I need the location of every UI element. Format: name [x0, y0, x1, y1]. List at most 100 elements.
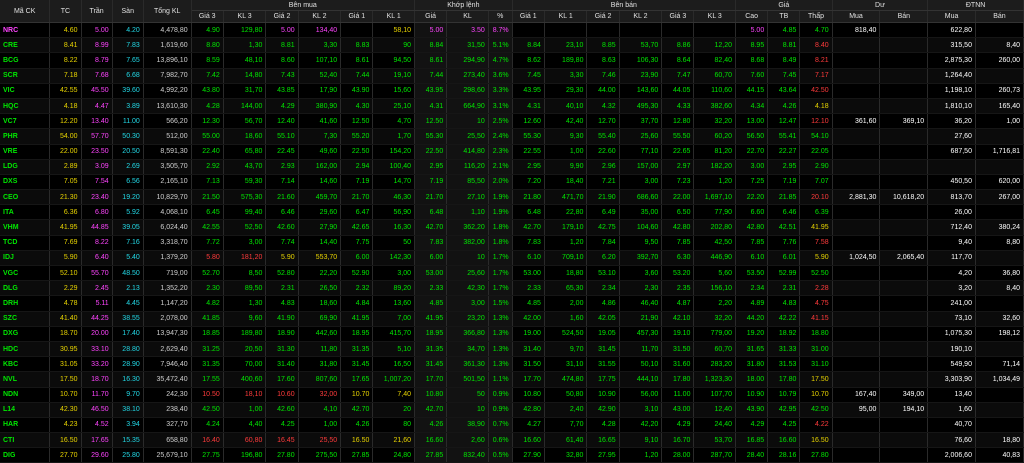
- table-row[interactable]: L14 42.30 46.50 38.10 238,40 42.50 1,00 42.60 4,…: [0, 402, 1024, 418]
- table-row[interactable]: TCD 7.69 8.22 7.16 3,318,70 7.72 3,00 7.74 14,40…: [0, 235, 1024, 251]
- col-ask-5[interactable]: Giá 3: [661, 10, 695, 23]
- table-row[interactable]: CTI 16.50 17.65 15.35 658,80 16.40 60,80 16.45 2…: [0, 432, 1024, 449]
- bid1-price-cell: 43.90: [340, 83, 374, 99]
- symbol-cell[interactable]: KBC: [0, 356, 51, 373]
- table-row[interactable]: SCR 7.18 7.68 6.68 7,982,70 7.42 14,80 7.43 52,4…: [0, 68, 1024, 84]
- table-row[interactable]: DLG 2.29 2.45 2.13 1,352,20 2.30 89,50 2.31 26,5…: [0, 280, 1024, 297]
- symbol-cell[interactable]: NDN: [0, 387, 51, 403]
- symbol-cell[interactable]: DRH: [0, 295, 51, 312]
- table-row[interactable]: VGC 52.10 55.70 48.50 719,00 52.70 8,50 52.80 22…: [0, 265, 1024, 282]
- col-bid-2[interactable]: KL 3: [223, 10, 267, 23]
- col-ask-3[interactable]: Giá 2: [586, 10, 620, 23]
- table-row[interactable]: CRE 8.41 8.99 7.83 1,619,60 8.80 1,30 8.81 3,30 8…: [0, 37, 1024, 54]
- col-rem-2[interactable]: Bán: [879, 10, 929, 23]
- table-row[interactable]: VIC 42.55 45.50 39.60 4,992,20 43.80 31,70 43.8…: [0, 83, 1024, 99]
- table-row[interactable]: HDC 30.95 33.10 28.80 2,629,40 31.25 20,50 31.3…: [0, 341, 1024, 358]
- symbol-cell[interactable]: L14: [0, 402, 51, 418]
- symbol-cell[interactable]: TCD: [0, 235, 51, 251]
- bid2-volume-cell: 26,50: [298, 280, 342, 297]
- foreign-buy-cell: 3,303,90: [927, 371, 976, 388]
- table-row[interactable]: VHM 41.95 44.85 39.05 6,024,40 42.55 52,50 42.6…: [0, 219, 1024, 236]
- col-price-3[interactable]: Thấp: [799, 10, 833, 23]
- col-symbol[interactable]: Mã CK: [0, 0, 51, 23]
- symbol-cell[interactable]: VIC: [0, 83, 51, 99]
- col-floor[interactable]: Sàn: [112, 0, 144, 23]
- col-match-2[interactable]: KL: [446, 10, 489, 23]
- col-ask-4[interactable]: KL 2: [619, 10, 663, 23]
- table-row[interactable]: NVL 17.50 18.70 16.30 35,472,40 17.55 400,60 17…: [0, 371, 1024, 388]
- table-row[interactable]: CEO 21.30 23.40 19.20 10,829,70 21.50 575,30 21…: [0, 189, 1024, 206]
- col-bid-6[interactable]: KL 1: [372, 10, 416, 23]
- symbol-cell[interactable]: VHM: [0, 219, 51, 236]
- table-row[interactable]: VRE 22.00 23.50 20.50 8,591,30 22.40 65,80 22.4…: [0, 144, 1024, 160]
- table-row[interactable]: BCG 8.22 8.79 7.65 13,896,10 8.59 48,10 8.60 107…: [0, 52, 1024, 69]
- symbol-cell[interactable]: DIG: [0, 447, 51, 463]
- col-ask-1[interactable]: Giá 1: [512, 10, 545, 23]
- bid1-price-cell: 2.94: [340, 159, 374, 175]
- symbol-cell[interactable]: CRE: [0, 37, 51, 54]
- symbol-cell[interactable]: NVL: [0, 371, 51, 388]
- table-row[interactable]: SZC 41.40 44.25 38.55 2,078,00 41.85 9,60 41.90…: [0, 311, 1024, 327]
- table-row[interactable]: DRH 4.78 5.11 4.45 1,147,20 4.82 1,30 4.83 18,60…: [0, 295, 1024, 312]
- symbol-cell[interactable]: BCG: [0, 52, 51, 69]
- col-foreign-2[interactable]: Bán: [975, 10, 1024, 23]
- col-bid-5[interactable]: Giá 1: [340, 10, 374, 23]
- symbol-cell[interactable]: HDC: [0, 341, 51, 358]
- symbol-cell[interactable]: SCR: [0, 68, 51, 84]
- symbol-cell[interactable]: DXS: [0, 174, 51, 191]
- symbol-cell[interactable]: VRE: [0, 144, 51, 160]
- col-match-1[interactable]: Giá: [414, 10, 448, 23]
- table-row[interactable]: NRC 4.60 5.00 4.20 4,478,80 4.90 129,80 5.00 134…: [0, 22, 1024, 39]
- symbol-cell[interactable]: CEO: [0, 189, 51, 206]
- ask2-price-cell: 7.84: [586, 235, 620, 251]
- symbol-cell[interactable]: SZC: [0, 311, 51, 327]
- col-ceil[interactable]: Trần: [81, 0, 113, 23]
- table-row[interactable]: KBC 31.05 33.20 28.90 7,946,40 31.35 70,00 31.4…: [0, 356, 1024, 373]
- ask2-price-cell: 44.00: [586, 83, 620, 99]
- table-row[interactable]: NDN 10.70 11.70 9.70 242,30 10.50 18,10 10.60 32…: [0, 387, 1024, 403]
- col-price-1[interactable]: Cao: [735, 10, 769, 23]
- ask2-volume-cell: 21,90: [619, 311, 663, 327]
- col-bid-4[interactable]: KL 2: [298, 10, 342, 23]
- col-bid-3[interactable]: Giá 2: [265, 10, 299, 23]
- bid1-price-cell: 4.26: [340, 417, 374, 434]
- table-row[interactable]: LDG 2.89 3.09 2.69 3,505,70 2.92 43,70 2.93 162,…: [0, 159, 1024, 175]
- table-row[interactable]: DIG 27.70 29.60 25.80 25,679,10 27.75 196,80 27…: [0, 447, 1024, 463]
- col-ask-2[interactable]: KL 1: [544, 10, 588, 23]
- ask2-volume-cell: 1,20: [619, 447, 663, 463]
- col-volume[interactable]: Tổng KL: [143, 0, 192, 23]
- symbol-cell[interactable]: HAR: [0, 417, 51, 434]
- symbol-cell[interactable]: CTI: [0, 432, 51, 449]
- symbol-cell[interactable]: VGC: [0, 265, 51, 282]
- symbol-cell[interactable]: DXG: [0, 326, 51, 342]
- table-row[interactable]: PHR 54.00 57.70 50.30 512,00 55.00 18,60 55.10 7…: [0, 128, 1024, 145]
- symbol-cell[interactable]: PHR: [0, 128, 51, 145]
- symbol-cell[interactable]: HQC: [0, 98, 51, 115]
- low-price-cell: 12.10: [799, 113, 833, 130]
- table-row[interactable]: HQC 4.18 4.47 3.89 13,610,30 4.28 144,00 4.29 38…: [0, 98, 1024, 115]
- col-bid-1[interactable]: Giá 3: [191, 10, 224, 23]
- bid3-price-cell: 42.55: [191, 219, 224, 236]
- col-price-2[interactable]: TB: [767, 10, 801, 23]
- symbol-cell[interactable]: DLG: [0, 280, 51, 297]
- table-row[interactable]: VC7 12.20 13.40 11.00 566,20 12.30 56,70 12.40 4…: [0, 113, 1024, 130]
- col-rem-1[interactable]: Mua: [832, 10, 881, 23]
- col-ask-6[interactable]: KL 3: [693, 10, 737, 23]
- symbol-cell[interactable]: LDG: [0, 159, 51, 175]
- ask2-volume-cell: 9,50: [619, 235, 663, 251]
- symbol-cell[interactable]: IDJ: [0, 250, 51, 267]
- table-row[interactable]: ITA 6.36 6.80 5.92 4,068,10 6.45 99,40 6.46 29,6…: [0, 204, 1024, 221]
- col-foreign-1[interactable]: Mua: [927, 10, 976, 23]
- symbol-cell[interactable]: VC7: [0, 113, 51, 130]
- ceil-price-cell: 29.60: [81, 447, 113, 463]
- col-ref[interactable]: TC: [49, 0, 82, 23]
- col-match-3[interactable]: %: [488, 10, 513, 23]
- symbol-cell[interactable]: ITA: [0, 204, 51, 221]
- table-row[interactable]: DXG 18.70 20.00 17.40 13,947,30 18.85 189,80 18…: [0, 326, 1024, 342]
- table-row[interactable]: DXS 7.05 7.54 6.56 2,165,10 7.13 59,30 7.14 14,6…: [0, 174, 1024, 191]
- bid3-volume-cell: 129,80: [223, 22, 267, 39]
- table-row[interactable]: HAR 4.23 4.52 3.94 327,70 4.24 4,40 4.25 1,00 4.2…: [0, 417, 1024, 434]
- symbol-cell[interactable]: NRC: [0, 22, 51, 39]
- table-row[interactable]: IDJ 5.90 6.40 5.40 1,379,20 5.80 181,20 5.90 553…: [0, 250, 1024, 267]
- match-volume-cell: 10: [446, 113, 489, 130]
